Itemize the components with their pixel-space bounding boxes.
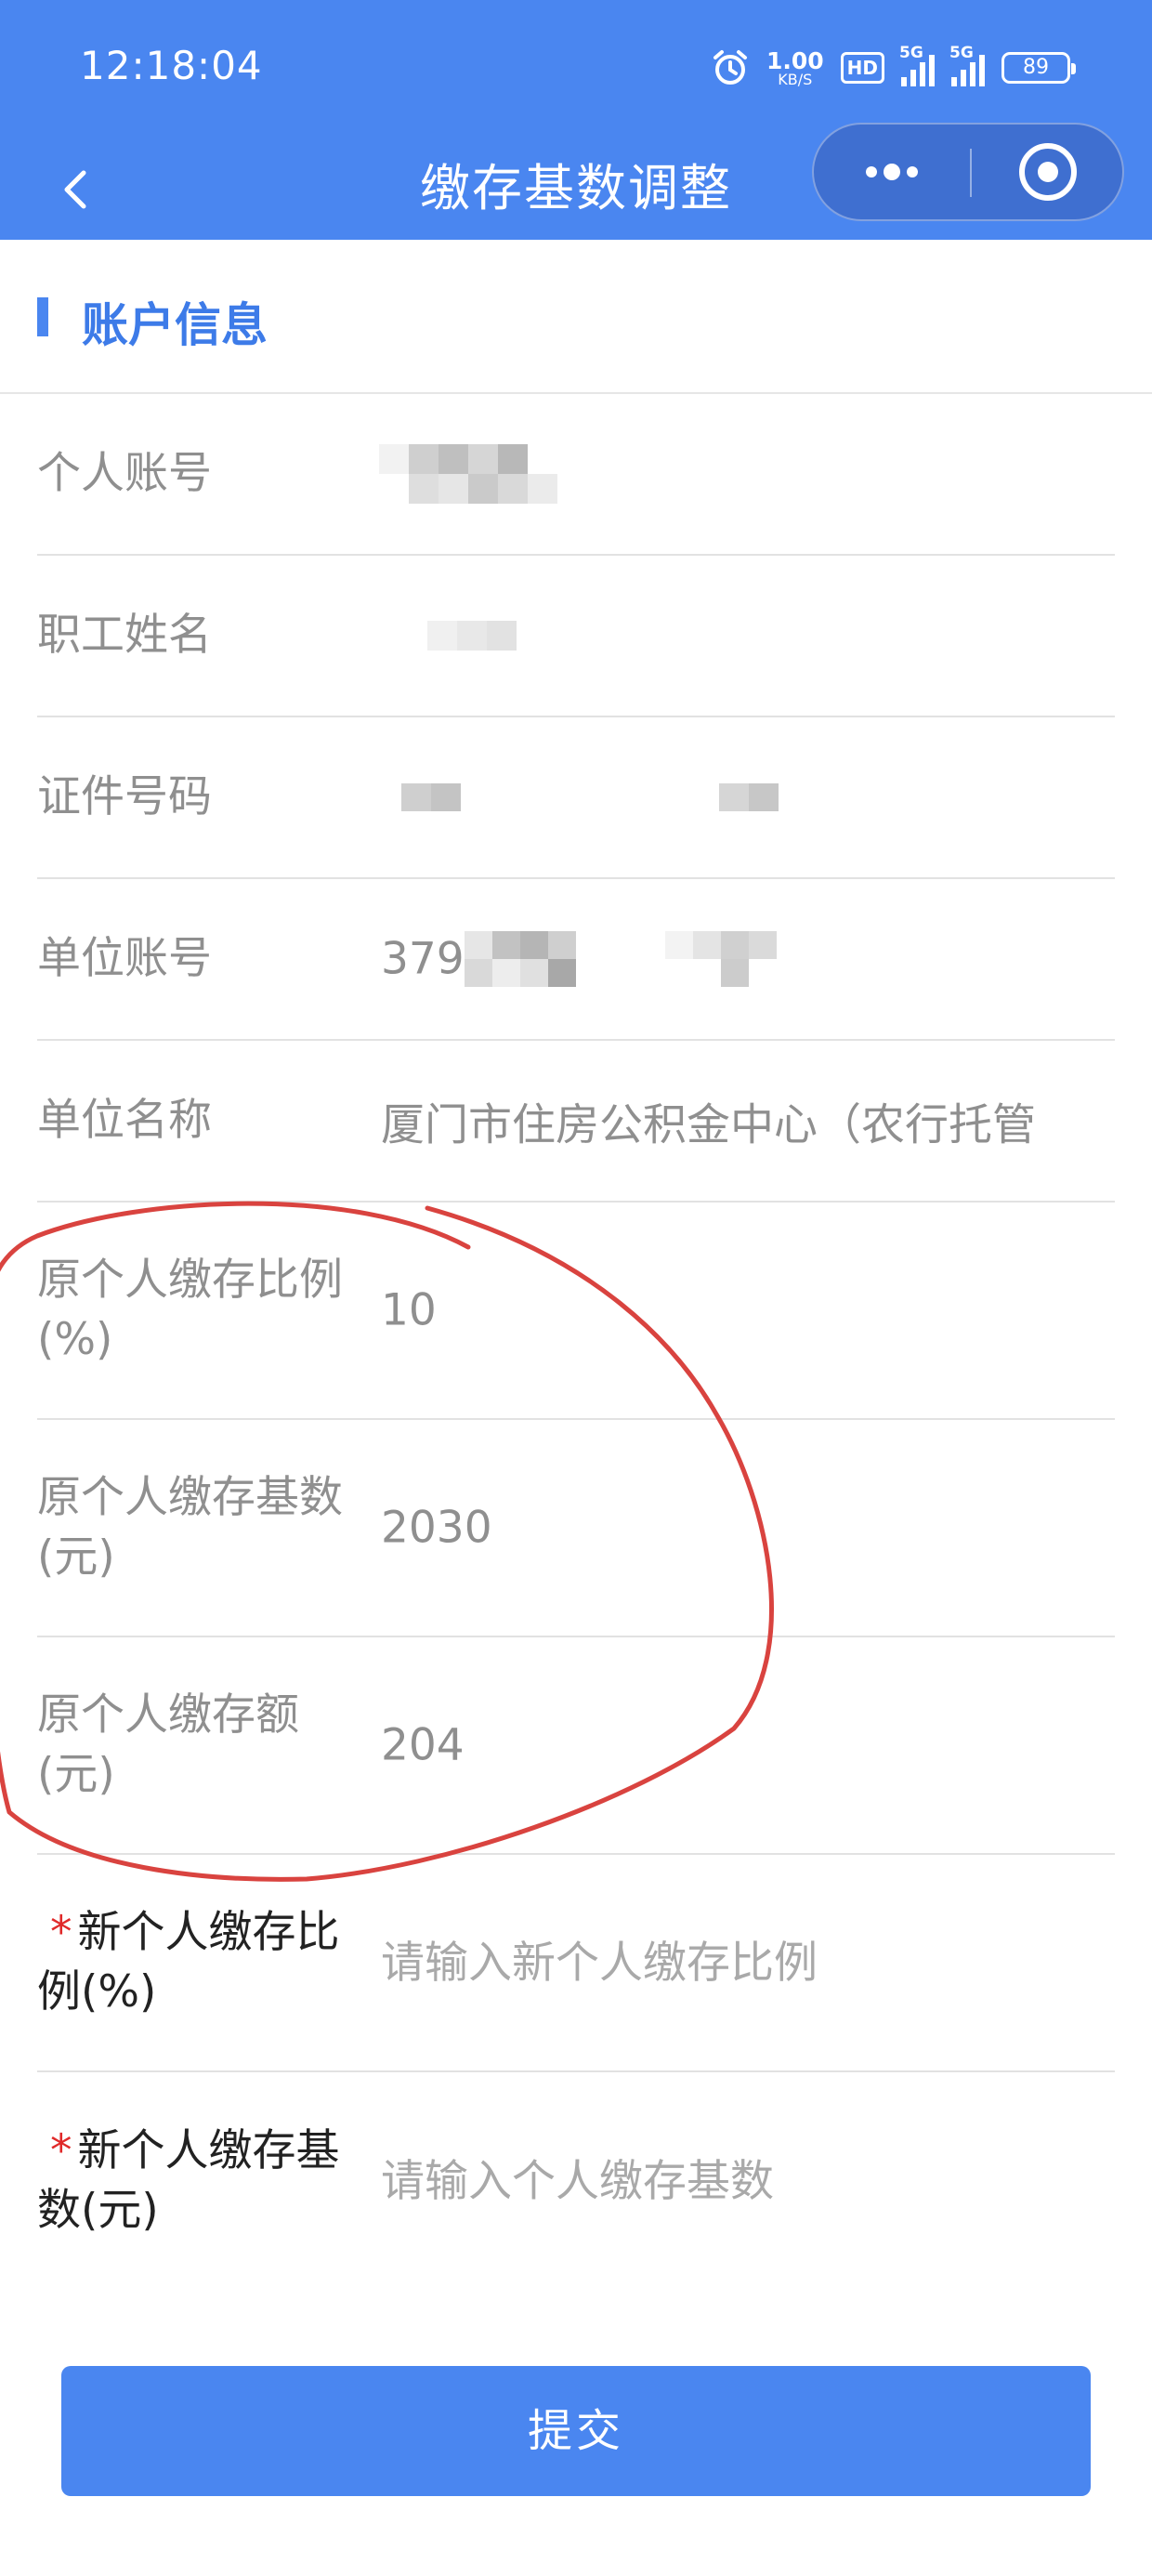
- target-circle-icon: [1019, 143, 1077, 201]
- field-personal-account: 个人账号: [37, 394, 1115, 556]
- field-original-ratio: 原个人缴存比例(%) 10: [37, 1203, 1115, 1420]
- close-mini-program-button[interactable]: [972, 125, 1124, 219]
- redacted-value: [379, 444, 557, 504]
- alarm-clock-icon: [713, 50, 747, 85]
- redacted-value-part-2: [719, 783, 779, 811]
- field-employee-name: 职工姓名: [37, 556, 1115, 717]
- redacted-value: [427, 621, 517, 651]
- field-new-base: * 新个人缴存基数(元): [37, 2072, 1115, 2290]
- new-ratio-input[interactable]: [381, 1929, 1106, 1996]
- more-button[interactable]: [814, 125, 970, 219]
- section-accent-bar: [37, 297, 48, 336]
- field-label: 原个人缴存比例(%): [37, 1255, 343, 1365]
- network-speed-value: 1.00: [766, 46, 824, 74]
- submit-button[interactable]: 提交: [61, 2366, 1091, 2496]
- signal-2-label: 5G: [949, 44, 974, 62]
- signal-strength-1: 5G: [899, 44, 935, 86]
- signal-strength-2: 5G: [949, 44, 985, 86]
- field-label: 原个人缴存基数(元): [37, 1472, 343, 1583]
- field-value: 10: [381, 1284, 437, 1336]
- required-mark: *: [50, 1907, 72, 1958]
- mini-program-capsule: [812, 123, 1124, 221]
- field-label: 单位账号: [37, 933, 212, 984]
- section-header-account-info: 账户信息: [0, 240, 1152, 394]
- section-title: 账户信息: [82, 298, 268, 352]
- field-label: 原个人缴存额(元): [37, 1689, 299, 1800]
- signal-1-label: 5G: [899, 44, 923, 62]
- field-label: * 新个人缴存基数(元): [37, 2122, 344, 2241]
- field-value: 379: [381, 933, 465, 985]
- field-label: 单位名称: [37, 1095, 212, 1146]
- field-label: 职工姓名: [37, 610, 212, 661]
- status-icons: 1.00 KB/S HD 5G 5G 89: [711, 44, 1076, 91]
- new-base-input[interactable]: [381, 2148, 1106, 2215]
- battery-level: 89: [1023, 56, 1049, 79]
- field-value: 204: [381, 1719, 465, 1771]
- field-label-text: 新个人缴存比例(%): [37, 1907, 340, 2017]
- status-time: 12:18:04: [80, 43, 263, 88]
- network-speed: 1.00 KB/S: [766, 49, 824, 87]
- field-value: 厦门市住房公积金中心（农行托管: [381, 1099, 1036, 1151]
- field-id-number: 证件号码: [37, 717, 1115, 879]
- more-dots-icon: [866, 164, 918, 180]
- field-value: 2030: [381, 1502, 492, 1554]
- app-header: 12:18:04 1.00 KB/S HD 5G 5G 89 缴存基数调整: [0, 0, 1152, 240]
- field-label-text: 新个人缴存基数(元): [37, 2125, 340, 2236]
- field-label: * 新个人缴存比例(%): [37, 1903, 344, 2022]
- field-new-ratio: * 新个人缴存比例(%): [37, 1855, 1115, 2072]
- redacted-value-part-1: [401, 783, 461, 811]
- field-original-base: 原个人缴存基数(元) 2030: [37, 1420, 1115, 1637]
- field-company-account: 单位账号 379: [37, 879, 1115, 1041]
- hd-voice-badge: HD: [840, 52, 884, 84]
- chevron-left-icon: [64, 170, 86, 209]
- network-speed-unit: KB/S: [778, 70, 813, 88]
- redacted-value-part-2: [665, 931, 777, 987]
- back-button[interactable]: [37, 147, 121, 230]
- field-label: 个人账号: [37, 448, 212, 499]
- required-mark: *: [50, 2125, 72, 2176]
- home-indicator: [0, 2565, 1152, 2576]
- redacted-value-part-1: [465, 931, 576, 987]
- field-original-amount: 原个人缴存额(元) 204: [37, 1637, 1115, 1855]
- field-company-name: 单位名称 厦门市住房公积金中心（农行托管: [37, 1041, 1115, 1203]
- battery-icon: 89: [1001, 52, 1076, 84]
- status-bar: 12:18:04 1.00 KB/S HD 5G 5G 89: [0, 0, 1152, 138]
- field-label: 证件号码: [37, 771, 212, 822]
